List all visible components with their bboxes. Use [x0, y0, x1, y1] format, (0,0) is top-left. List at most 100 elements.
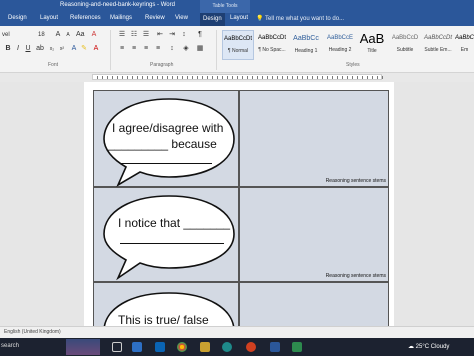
- ruler-tick: [367, 76, 368, 79]
- underline-icon[interactable]: U: [24, 45, 32, 53]
- window-title: Reasoning-and-need-bank-keyrings - Word: [60, 2, 175, 8]
- text-effects-icon[interactable]: A: [70, 45, 78, 53]
- tab-mailings[interactable]: Mailings: [110, 15, 132, 21]
- outlook-icon[interactable]: [155, 342, 165, 352]
- ruler-tick: [122, 76, 123, 79]
- weather-widget[interactable]: ☁ 25°C Cloudy: [408, 343, 449, 350]
- table-cell[interactable]: Reasoning sentence stems: [239, 187, 389, 282]
- justify-icon[interactable]: ≡: [154, 45, 162, 53]
- superscript-icon[interactable]: x²: [58, 45, 66, 53]
- bold-icon[interactable]: B: [4, 45, 12, 53]
- font-name-box[interactable]: vel: [2, 32, 10, 38]
- file-explorer-icon[interactable]: [200, 342, 210, 352]
- align-left-icon[interactable]: ≡: [118, 45, 126, 53]
- italic-icon[interactable]: I: [14, 45, 22, 53]
- tab-table-layout[interactable]: Layout: [230, 15, 248, 21]
- ruler-tick: [267, 76, 268, 79]
- paragraph-group-label: Paragraph: [150, 62, 174, 68]
- word-icon[interactable]: [270, 342, 280, 352]
- tab-review[interactable]: Review: [145, 15, 165, 21]
- card-table[interactable]: I agree/disagree with _________ because …: [93, 90, 389, 326]
- change-case-icon[interactable]: Aa: [76, 31, 85, 39]
- ruler-tick: [202, 76, 203, 79]
- ruler-tick: [207, 76, 208, 79]
- language-indicator[interactable]: English (United Kingdom): [4, 329, 61, 335]
- increase-indent-icon[interactable]: ⇥: [168, 31, 176, 39]
- table-cell[interactable]: I notice that _______: [93, 187, 239, 282]
- group-divider: [216, 30, 217, 70]
- show-marks-icon[interactable]: ¶: [196, 31, 204, 39]
- ruler-tick: [142, 76, 143, 79]
- horizontal-ruler[interactable]: [92, 74, 383, 80]
- sentence-stems-label: Reasoning sentence stems: [325, 178, 386, 184]
- table-tools-label: Table Tools: [200, 0, 250, 13]
- font-size-box[interactable]: 18: [38, 32, 45, 38]
- tab-design[interactable]: Design: [8, 15, 27, 21]
- style-emphasis[interactable]: AaBbC Em: [455, 30, 474, 60]
- align-right-icon[interactable]: ≡: [142, 45, 150, 53]
- video-app-icon[interactable]: [132, 342, 142, 352]
- align-center-icon[interactable]: ≡: [130, 45, 138, 53]
- style-subtle-emphasis[interactable]: AaBbCcDt Subtle Em...: [422, 30, 454, 60]
- app-icon[interactable]: [246, 342, 256, 352]
- ruler-tick: [362, 76, 363, 79]
- lightbulb-icon: 💡: [256, 16, 266, 22]
- style-subtitle[interactable]: AaBbCcD Subtitle: [389, 30, 421, 60]
- table-cell[interactable]: Reasoning sentence stems: [239, 90, 389, 187]
- highlight-icon[interactable]: ✎: [80, 45, 88, 53]
- taskbar: search ☁ 25°C Cloudy: [0, 338, 474, 356]
- line-spacing-icon[interactable]: ↕: [168, 45, 176, 53]
- sort-icon[interactable]: ↕: [180, 31, 188, 39]
- document-area[interactable]: I agree/disagree with _________ because …: [0, 82, 474, 326]
- task-view-icon[interactable]: [112, 342, 122, 352]
- ruler-tick: [372, 76, 373, 79]
- multilevel-list-icon[interactable]: ☰: [142, 31, 150, 39]
- table-cell[interactable]: [239, 282, 389, 326]
- ruler-tick: [342, 76, 343, 79]
- tab-table-design[interactable]: Design: [200, 13, 225, 26]
- bubble-text-line: This is true/ false: [118, 313, 209, 326]
- font-color-icon[interactable]: A: [92, 45, 100, 53]
- table-cell[interactable]: I agree/disagree with _________ because: [93, 90, 239, 187]
- ruler-tick: [277, 76, 278, 79]
- ruler-tick: [112, 76, 113, 79]
- style-sample: AaBbCcD: [391, 35, 419, 41]
- answer-line: [120, 243, 224, 244]
- tab-references[interactable]: References: [70, 15, 101, 21]
- strikethrough-icon[interactable]: ab: [36, 45, 44, 53]
- style-name: Heading 2: [328, 47, 352, 53]
- decrease-indent-icon[interactable]: ⇤: [156, 31, 164, 39]
- style-heading-2[interactable]: AaBbCcE Heading 2: [324, 30, 356, 60]
- style-heading-1[interactable]: AaBbCc Heading 1: [290, 30, 322, 60]
- subscript-icon[interactable]: x₂: [48, 45, 56, 53]
- ruler-tick: [187, 76, 188, 79]
- style-name: ¶ Normal: [227, 48, 249, 54]
- table-cell[interactable]: This is true/ false: [93, 282, 239, 326]
- shrink-font-icon[interactable]: A: [64, 31, 72, 39]
- ruler-tick: [197, 76, 198, 79]
- ruler-tick: [172, 76, 173, 79]
- tell-me-box[interactable]: 💡 Tell me what you want to do...: [256, 15, 344, 22]
- clear-format-icon[interactable]: A: [90, 31, 98, 39]
- taskbar-search[interactable]: search: [1, 343, 19, 349]
- borders-icon[interactable]: ▦: [196, 45, 204, 53]
- style-name: ¶ No Spac...: [258, 47, 286, 53]
- grow-font-icon[interactable]: A: [54, 31, 62, 39]
- weather-text: 25°C Cloudy: [415, 344, 450, 350]
- style-normal[interactable]: AaBbCcDt ¶ Normal: [222, 30, 254, 60]
- bullets-icon[interactable]: ☰: [118, 31, 126, 39]
- tab-layout[interactable]: Layout: [40, 15, 58, 21]
- ruler-tick: [327, 76, 328, 79]
- edge-icon[interactable]: [222, 342, 232, 352]
- tab-view[interactable]: View: [175, 15, 188, 21]
- style-title[interactable]: AaB Title: [356, 30, 388, 60]
- document-page[interactable]: I agree/disagree with _________ because …: [84, 82, 394, 326]
- numbering-icon[interactable]: ☷: [130, 31, 138, 39]
- style-name: Subtle Em...: [424, 47, 452, 53]
- ruler-tick: [222, 76, 223, 79]
- shading-icon[interactable]: ◈: [182, 45, 190, 53]
- style-no-spacing[interactable]: AaBbCcDt ¶ No Spac...: [256, 30, 288, 60]
- app-icon[interactable]: [292, 342, 302, 352]
- style-sample: AaBbCcE: [326, 35, 353, 41]
- chrome-icon[interactable]: [177, 342, 187, 352]
